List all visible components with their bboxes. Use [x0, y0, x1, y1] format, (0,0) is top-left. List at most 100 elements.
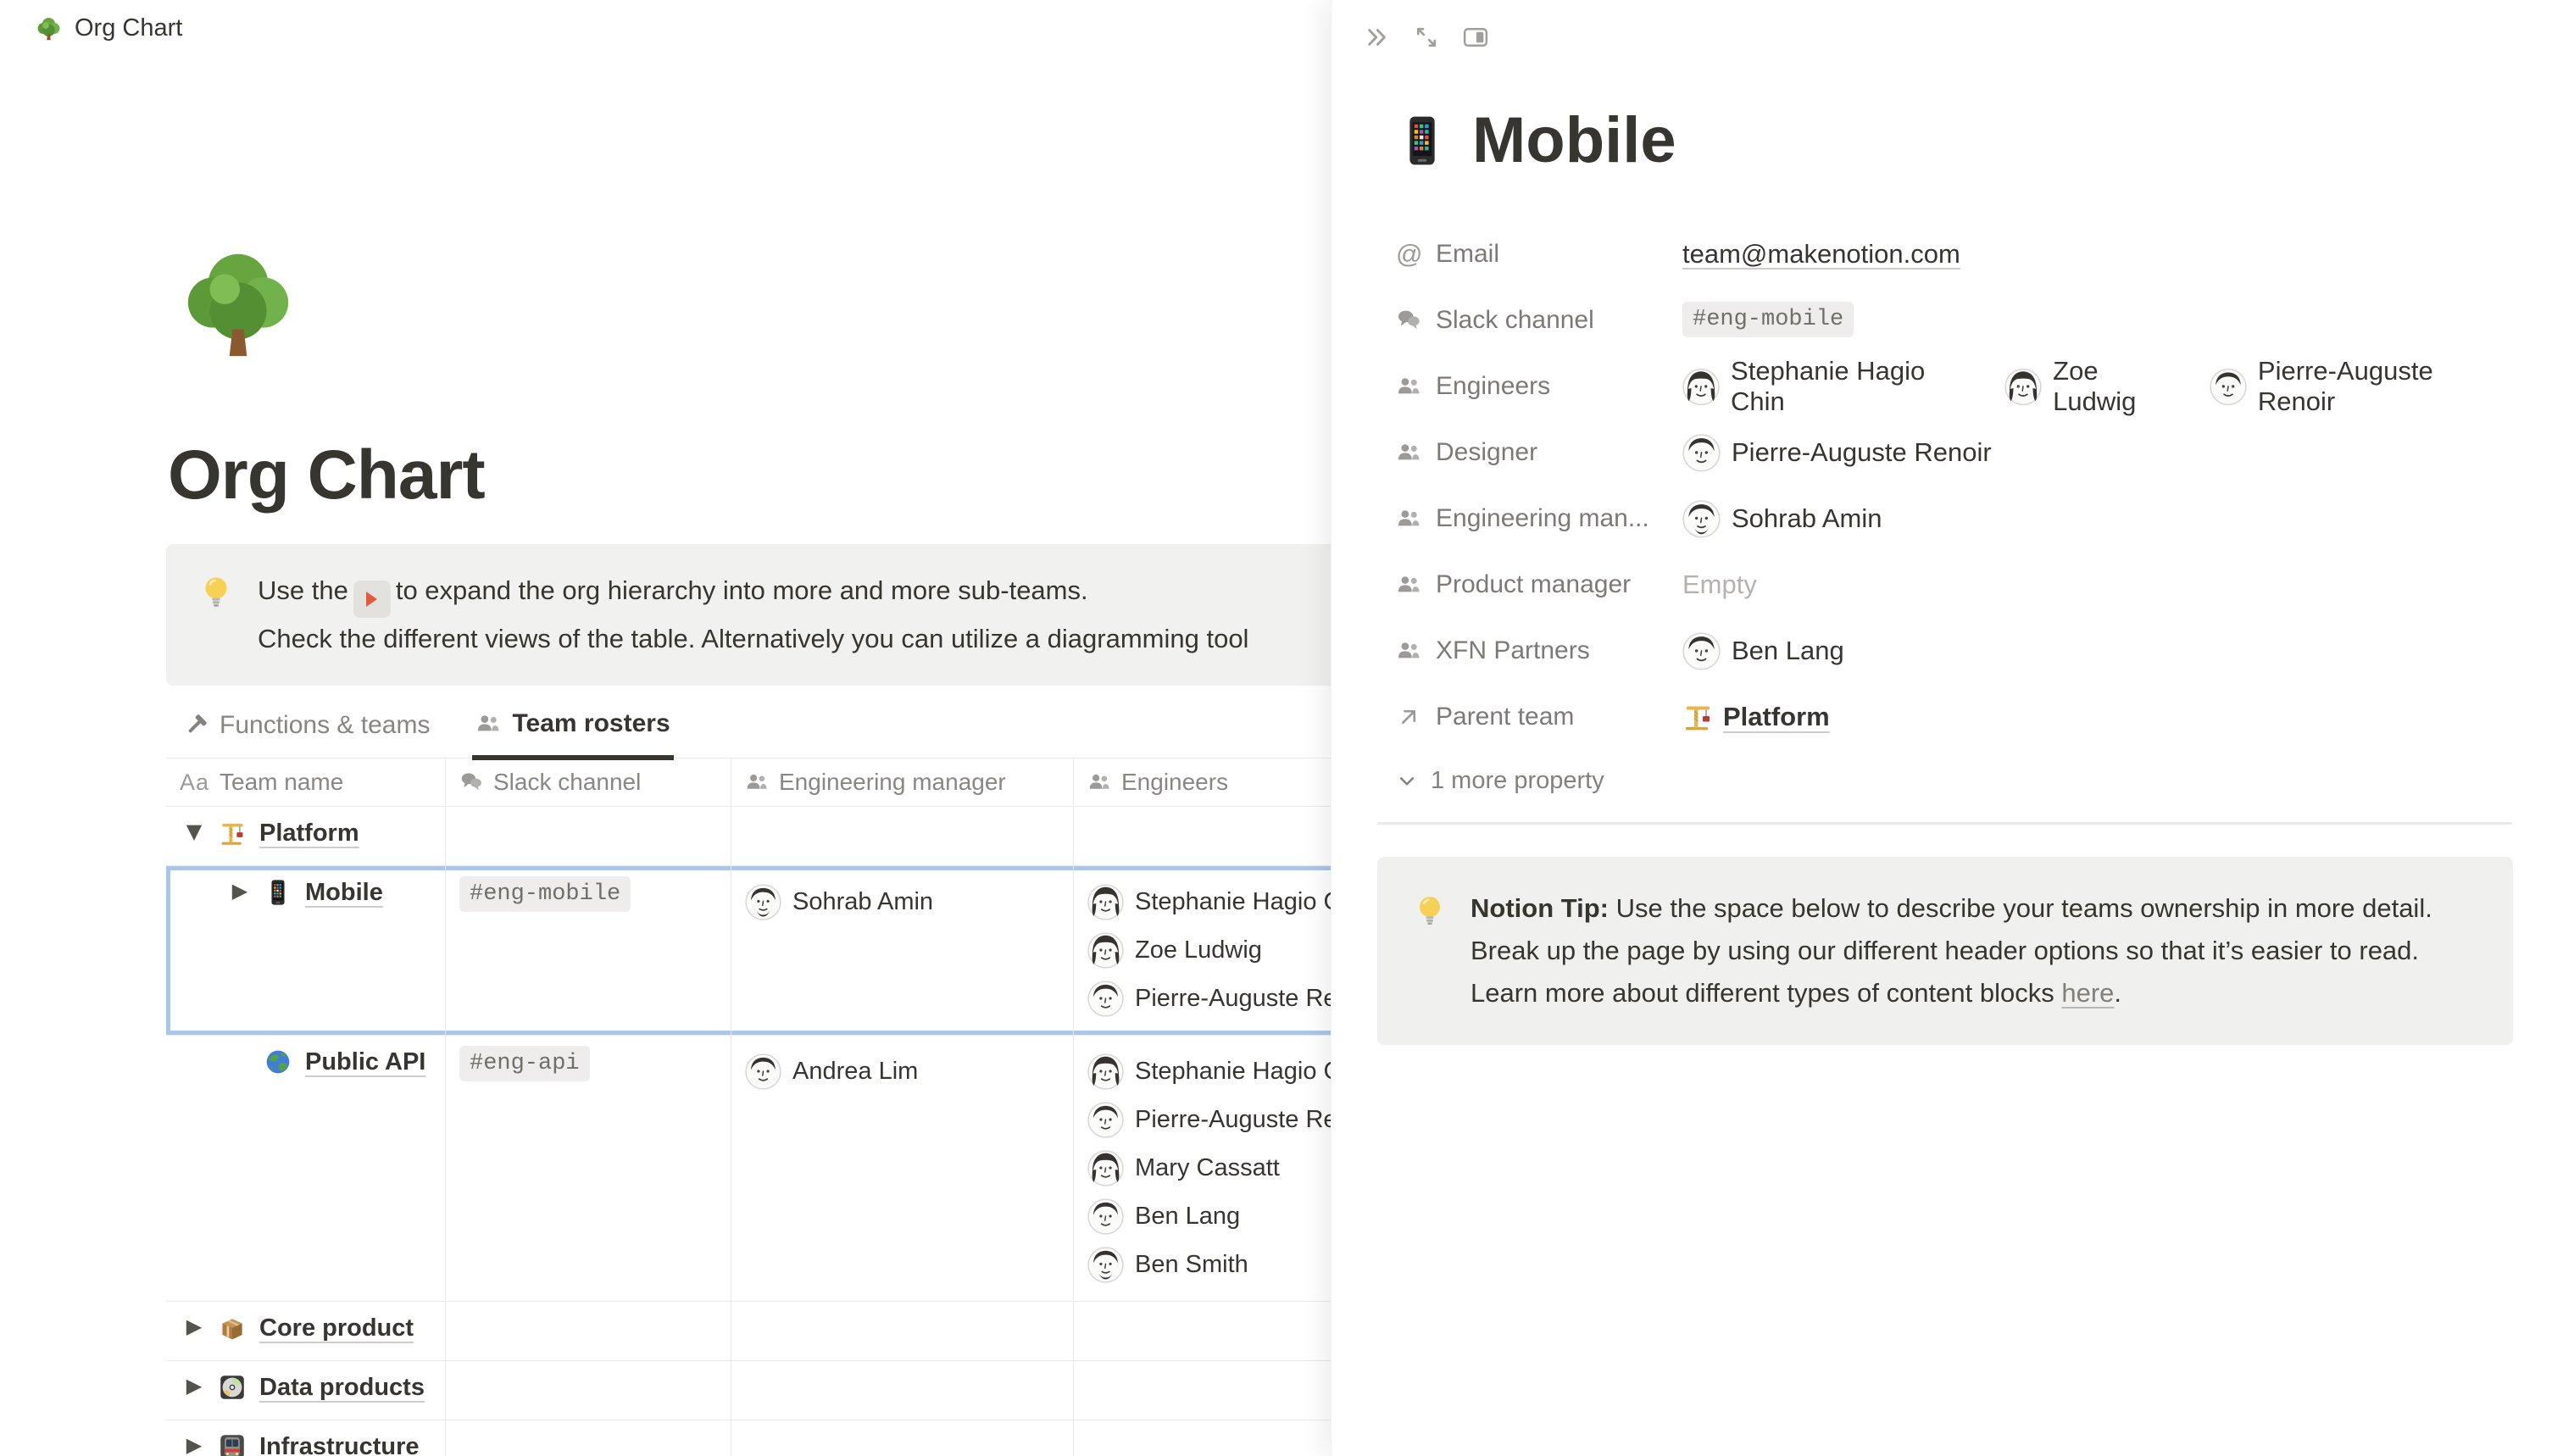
expand-icon[interactable] — [1413, 24, 1440, 51]
person-chip[interactable]: Pierre-Auguste Renoir — [2210, 356, 2512, 417]
table-header-row: Aa Team name Slack channel Engineering m… — [166, 759, 1488, 807]
chat-bubbles-icon — [1396, 308, 1421, 333]
notion-window: Org Chart Org Chart Use theto expand the… — [0, 0, 2563, 1456]
property-label[interactable]: Product manager — [1396, 570, 1682, 599]
slack-cell[interactable]: #eng-api — [446, 1036, 731, 1301]
table-row-mobile[interactable]: ▶ Mobile #eng-mobile Sohrab Amin — [166, 866, 1488, 1036]
person-chip[interactable]: Pierre-Auguste Renoir — [1682, 434, 1992, 472]
package-icon — [215, 1314, 249, 1348]
slack-cell[interactable]: #eng-mobile — [446, 866, 731, 1035]
crane-icon — [215, 820, 249, 853]
column-header-engineering-manager[interactable]: Engineering manager — [731, 759, 1074, 806]
property-slack-channel: Slack channel #eng-mobile — [1396, 287, 2512, 353]
panel-title: Mobile — [1396, 103, 2512, 177]
collapse-toggle-icon[interactable]: ▼ — [180, 820, 208, 843]
avatar — [2210, 368, 2247, 406]
property-label[interactable]: Slack channel — [1396, 306, 1682, 335]
divider — [1377, 822, 2512, 825]
person-chip[interactable]: Stephanie Hagio Chin — [1682, 356, 1981, 417]
property-label[interactable]: Engineering man... — [1396, 504, 1682, 533]
expand-toggle-icon[interactable]: ▶ — [180, 1433, 208, 1456]
people-icon — [1396, 572, 1421, 597]
double-chevron-right-icon[interactable] — [1364, 24, 1391, 51]
crane-icon — [1682, 702, 1713, 732]
team-page-link[interactable]: Data products — [259, 1374, 425, 1402]
table-row-public-api[interactable]: Public API #eng-api Andrea Lim Steph — [166, 1036, 1488, 1302]
person-chip[interactable]: Ben Lang — [1682, 632, 1844, 670]
page-icon-tree[interactable] — [178, 242, 298, 363]
slack-channel-tag[interactable]: #eng-mobile — [1682, 302, 1854, 337]
expand-toggle-icon[interactable]: ▶ — [180, 1374, 208, 1398]
parent-team-page-link[interactable]: Platform — [1682, 702, 1830, 732]
slack-cell[interactable] — [446, 1361, 731, 1420]
property-label[interactable]: Designer — [1396, 438, 1682, 467]
table-row-infrastructure[interactable]: ▶ Infrastructure — [166, 1420, 1488, 1456]
avatar — [2004, 368, 2042, 406]
avatar — [1682, 434, 1721, 472]
slack-channel-tag: #eng-api — [459, 1046, 590, 1081]
arrow-up-right-icon — [1396, 704, 1421, 730]
manager-cell[interactable] — [731, 1420, 1074, 1456]
side-peek-panel: Mobile @ Email team@makenotion.com Slack — [1331, 0, 2563, 1456]
at-icon: @ — [1396, 239, 1421, 270]
column-header-team-name[interactable]: Aa Team name — [166, 759, 446, 806]
tab-functions-and-teams[interactable]: Functions & teams — [180, 701, 433, 758]
table-row-core-product[interactable]: ▶ Core product — [166, 1302, 1488, 1361]
team-page-link[interactable]: Infrastructure — [259, 1433, 420, 1456]
phone-icon[interactable] — [1396, 114, 1448, 167]
panel-content: Mobile @ Email team@makenotion.com Slack — [1332, 103, 2563, 1045]
property-label[interactable]: @ Email — [1396, 239, 1682, 270]
team-page-link[interactable]: Public API — [305, 1048, 425, 1076]
column-header-slack-channel[interactable]: Slack channel — [446, 759, 731, 806]
expand-toggle-icon[interactable]: ▶ — [180, 1314, 208, 1338]
property-engineers: Engineers Stephanie Hagio Chin Zoe Ludwi… — [1396, 353, 2512, 420]
chat-bubbles-icon — [459, 770, 483, 794]
manager-cell[interactable] — [731, 807, 1074, 865]
more-properties-toggle[interactable]: 1 more property — [1396, 767, 2512, 795]
person-chip[interactable]: Andrea Lim — [745, 1048, 1059, 1096]
avatar — [1087, 884, 1124, 920]
breadcrumb[interactable]: Org Chart — [0, 0, 182, 56]
team-page-link[interactable]: Core product — [259, 1314, 414, 1342]
panel-toolbar — [1332, 0, 2563, 51]
table-row-data-products[interactable]: ▶ Data products — [166, 1361, 1488, 1420]
avatar — [1087, 1247, 1124, 1283]
avatar — [745, 1053, 781, 1090]
property-email: @ Email team@makenotion.com — [1396, 221, 2512, 287]
person-chip[interactable]: Sohrab Amin — [1682, 500, 1882, 538]
team-page-link[interactable]: Mobile — [305, 879, 383, 907]
slack-cell[interactable] — [446, 807, 731, 865]
person-chip[interactable]: Sohrab Amin — [745, 878, 1059, 926]
globe-icon — [261, 1048, 295, 1082]
avatar — [1087, 981, 1124, 1017]
manager-cell[interactable]: Sohrab Amin — [731, 866, 1074, 1035]
here-link[interactable]: here — [2061, 978, 2114, 1008]
email-link[interactable]: team@makenotion.com — [1682, 239, 1960, 270]
manager-cell[interactable] — [731, 1302, 1074, 1360]
person-chip[interactable]: Zoe Ludwig — [2004, 356, 2186, 417]
property-label[interactable]: Parent team — [1396, 703, 1682, 731]
property-label[interactable]: XFN Partners — [1396, 636, 1682, 665]
light-bulb-icon — [1411, 887, 1448, 934]
empty-value[interactable]: Empty — [1682, 570, 1757, 600]
tab-team-rosters[interactable]: Team rosters — [472, 701, 673, 760]
avatar — [1087, 1053, 1124, 1090]
tip-text: Notion Tip: Use the space below to descr… — [1471, 887, 2479, 1014]
people-icon — [1396, 440, 1421, 465]
people-icon — [1396, 506, 1421, 531]
callout-line-1: Use theto expand the org hierarchy into … — [258, 570, 1248, 618]
tree-icon — [36, 15, 62, 42]
property-xfn-partners: XFN Partners Ben Lang — [1396, 618, 2512, 684]
property-label[interactable]: Engineers — [1396, 372, 1682, 401]
slack-cell[interactable] — [446, 1302, 731, 1360]
side-peek-icon[interactable] — [1462, 24, 1489, 51]
team-page-link[interactable]: Platform — [259, 820, 359, 847]
expand-toggle-icon[interactable]: ▶ — [225, 879, 254, 903]
chevron-down-icon — [1396, 770, 1418, 792]
table-row-platform[interactable]: ▼ Platform — [166, 807, 1488, 866]
avatar — [745, 884, 781, 920]
manager-cell[interactable] — [731, 1361, 1074, 1420]
manager-cell[interactable]: Andrea Lim — [731, 1036, 1074, 1301]
tree-icon — [178, 242, 298, 363]
slack-cell[interactable] — [446, 1420, 731, 1456]
